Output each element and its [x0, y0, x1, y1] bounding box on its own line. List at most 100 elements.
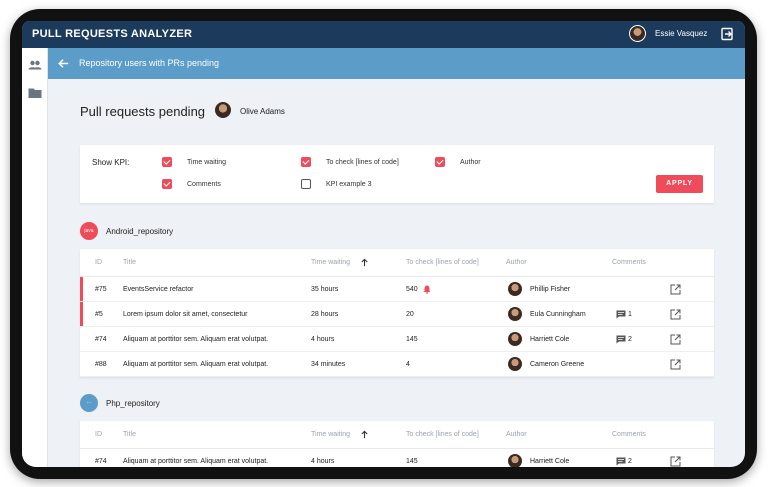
pr-lines-to-check: 20	[406, 311, 414, 318]
pr-title[interactable]: Lorem ipsum dolor sit amet, consectetur	[123, 311, 248, 318]
column-time-waiting[interactable]: Time waiting	[311, 259, 350, 266]
pr-lines-to-check: 145	[406, 458, 418, 465]
pr-title[interactable]: EventsService refactor	[123, 286, 193, 293]
table-row[interactable]: #5 Lorem ipsum dolor sit amet, consectet…	[80, 302, 714, 327]
owner-avatar	[215, 102, 231, 118]
table-header: ID Title Time waiting To check [lines of…	[80, 249, 714, 277]
logout-icon[interactable]	[719, 26, 735, 42]
pr-time-waiting: 28 hours	[311, 311, 339, 318]
side-navigation	[22, 48, 48, 467]
pr-table-android: ID Title Time waiting To check [lines of…	[80, 249, 714, 377]
table-row[interactable]: #74 Aliquam at porttitor sem. Aliquam er…	[80, 449, 714, 467]
sort-ascending-icon[interactable]	[360, 258, 369, 267]
kpi-checkbox-author[interactable]	[435, 157, 445, 167]
pr-id: #74	[95, 458, 107, 465]
table-row[interactable]: #74 Aliquam at porttitor sem. Aliquam er…	[80, 327, 714, 352]
repo-name: Php_repository	[106, 399, 160, 408]
page-title: Pull requests pending	[80, 104, 206, 119]
author-avatar	[508, 307, 522, 321]
pr-time-waiting: 35 hours	[311, 286, 339, 293]
kpi-option-label: Comments	[187, 181, 221, 188]
pr-author: Phillip Fisher	[530, 286, 571, 293]
apply-button[interactable]: APPLY	[656, 175, 703, 193]
app-header: PULL REQUESTS ANALYZER Essie Vasquez	[22, 21, 745, 48]
alert-bell-icon	[423, 285, 431, 294]
author-avatar	[508, 357, 522, 371]
author-avatar	[508, 332, 522, 346]
kpi-label: Show KPI:	[92, 158, 130, 167]
back-arrow-icon[interactable]	[56, 56, 71, 71]
column-title[interactable]: Title	[123, 259, 136, 266]
sub-header-title: Repository users with PRs pending	[79, 58, 220, 68]
table-header: ID Title Time waiting To check [lines of…	[80, 421, 714, 449]
pr-lines-to-check: 145	[406, 336, 418, 343]
open-external-icon[interactable]	[670, 359, 681, 370]
pr-id: #75	[95, 286, 107, 293]
column-comments[interactable]: Comments	[612, 259, 646, 266]
table-row[interactable]: #88 Aliquam at porttitor sem. Aliquam er…	[80, 352, 714, 377]
folder-icon[interactable]	[27, 85, 43, 101]
pr-id: #74	[95, 336, 107, 343]
app-screen: PULL REQUESTS ANALYZER Essie Vasquez Rep…	[22, 21, 745, 467]
pr-comment-count: 2	[628, 336, 632, 343]
repo-header-android: java Android_repository	[80, 222, 380, 242]
owner-name: Olive Adams	[240, 107, 285, 116]
comment-icon	[616, 457, 626, 466]
kpi-checkbox-kpi-example-3[interactable]	[301, 179, 311, 189]
pr-author: Harriett Cole	[530, 458, 570, 465]
repo-header-php: ··· Php_repository	[80, 394, 380, 414]
pr-title[interactable]: Aliquam at porttitor sem. Aliquam erat v…	[123, 361, 268, 368]
repo-language-badge: ···	[80, 394, 98, 412]
open-external-icon[interactable]	[670, 456, 681, 467]
main-content: Pull requests pending Olive Adams Show K…	[48, 79, 745, 467]
comment-icon	[616, 335, 626, 344]
pr-comment-count: 1	[628, 311, 632, 318]
column-author[interactable]: Author	[506, 259, 527, 266]
kpi-checkbox-time-waiting[interactable]	[162, 157, 172, 167]
column-to-check[interactable]: To check [lines of code]	[406, 259, 479, 266]
pr-id: #5	[95, 311, 103, 318]
open-external-icon[interactable]	[670, 284, 681, 295]
column-author[interactable]: Author	[506, 431, 527, 438]
kpi-checkbox-to-check[interactable]	[301, 157, 311, 167]
pr-time-waiting: 4 hours	[311, 458, 335, 465]
author-avatar	[508, 282, 522, 296]
column-time-waiting[interactable]: Time waiting	[311, 431, 350, 438]
repo-language-badge: java	[80, 222, 98, 240]
pr-author: Eula Cunningham	[530, 311, 586, 318]
user-avatar[interactable]	[629, 25, 646, 42]
pr-id: #88	[95, 361, 107, 368]
app-title: PULL REQUESTS ANALYZER	[32, 28, 193, 40]
open-external-icon[interactable]	[670, 334, 681, 345]
table-row[interactable]: #75 EventsService refactor 35 hours 540 …	[80, 277, 714, 302]
user-name[interactable]: Essie Vasquez	[655, 29, 707, 38]
pr-author: Harriett Cole	[530, 336, 570, 343]
column-id[interactable]: ID	[95, 431, 102, 438]
column-to-check[interactable]: To check [lines of code]	[406, 431, 479, 438]
column-title[interactable]: Title	[123, 431, 136, 438]
author-avatar	[508, 454, 522, 467]
users-icon[interactable]	[27, 57, 43, 73]
pr-time-waiting: 34 minutes	[311, 361, 346, 368]
pr-table-php: ID Title Time waiting To check [lines of…	[80, 421, 714, 467]
column-comments[interactable]: Comments	[612, 431, 646, 438]
pr-title[interactable]: Aliquam at porttitor sem. Aliquam erat v…	[123, 336, 268, 343]
kpi-option-label: Time waiting	[187, 159, 227, 166]
kpi-filter-panel: Show KPI: Time waiting To check [lines o…	[80, 145, 714, 203]
sort-ascending-icon[interactable]	[360, 430, 369, 439]
pr-lines-to-check: 4	[406, 361, 410, 368]
kpi-option-label: To check [lines of code]	[326, 159, 399, 166]
repo-name: Android_repository	[106, 227, 174, 236]
column-id[interactable]: ID	[95, 259, 102, 266]
pr-comment-count: 2	[628, 458, 632, 465]
pr-author: Cameron Greene	[530, 361, 585, 368]
kpi-option-label: KPI example 3	[326, 181, 372, 188]
pr-time-waiting: 4 hours	[311, 336, 335, 343]
kpi-option-label: Author	[460, 159, 481, 166]
pr-title[interactable]: Aliquam at porttitor sem. Aliquam erat v…	[123, 458, 268, 465]
sub-header: Repository users with PRs pending	[48, 48, 745, 79]
tablet-frame: PULL REQUESTS ANALYZER Essie Vasquez Rep…	[10, 9, 757, 479]
comment-icon	[616, 310, 626, 319]
open-external-icon[interactable]	[670, 309, 681, 320]
kpi-checkbox-comments[interactable]	[162, 179, 172, 189]
